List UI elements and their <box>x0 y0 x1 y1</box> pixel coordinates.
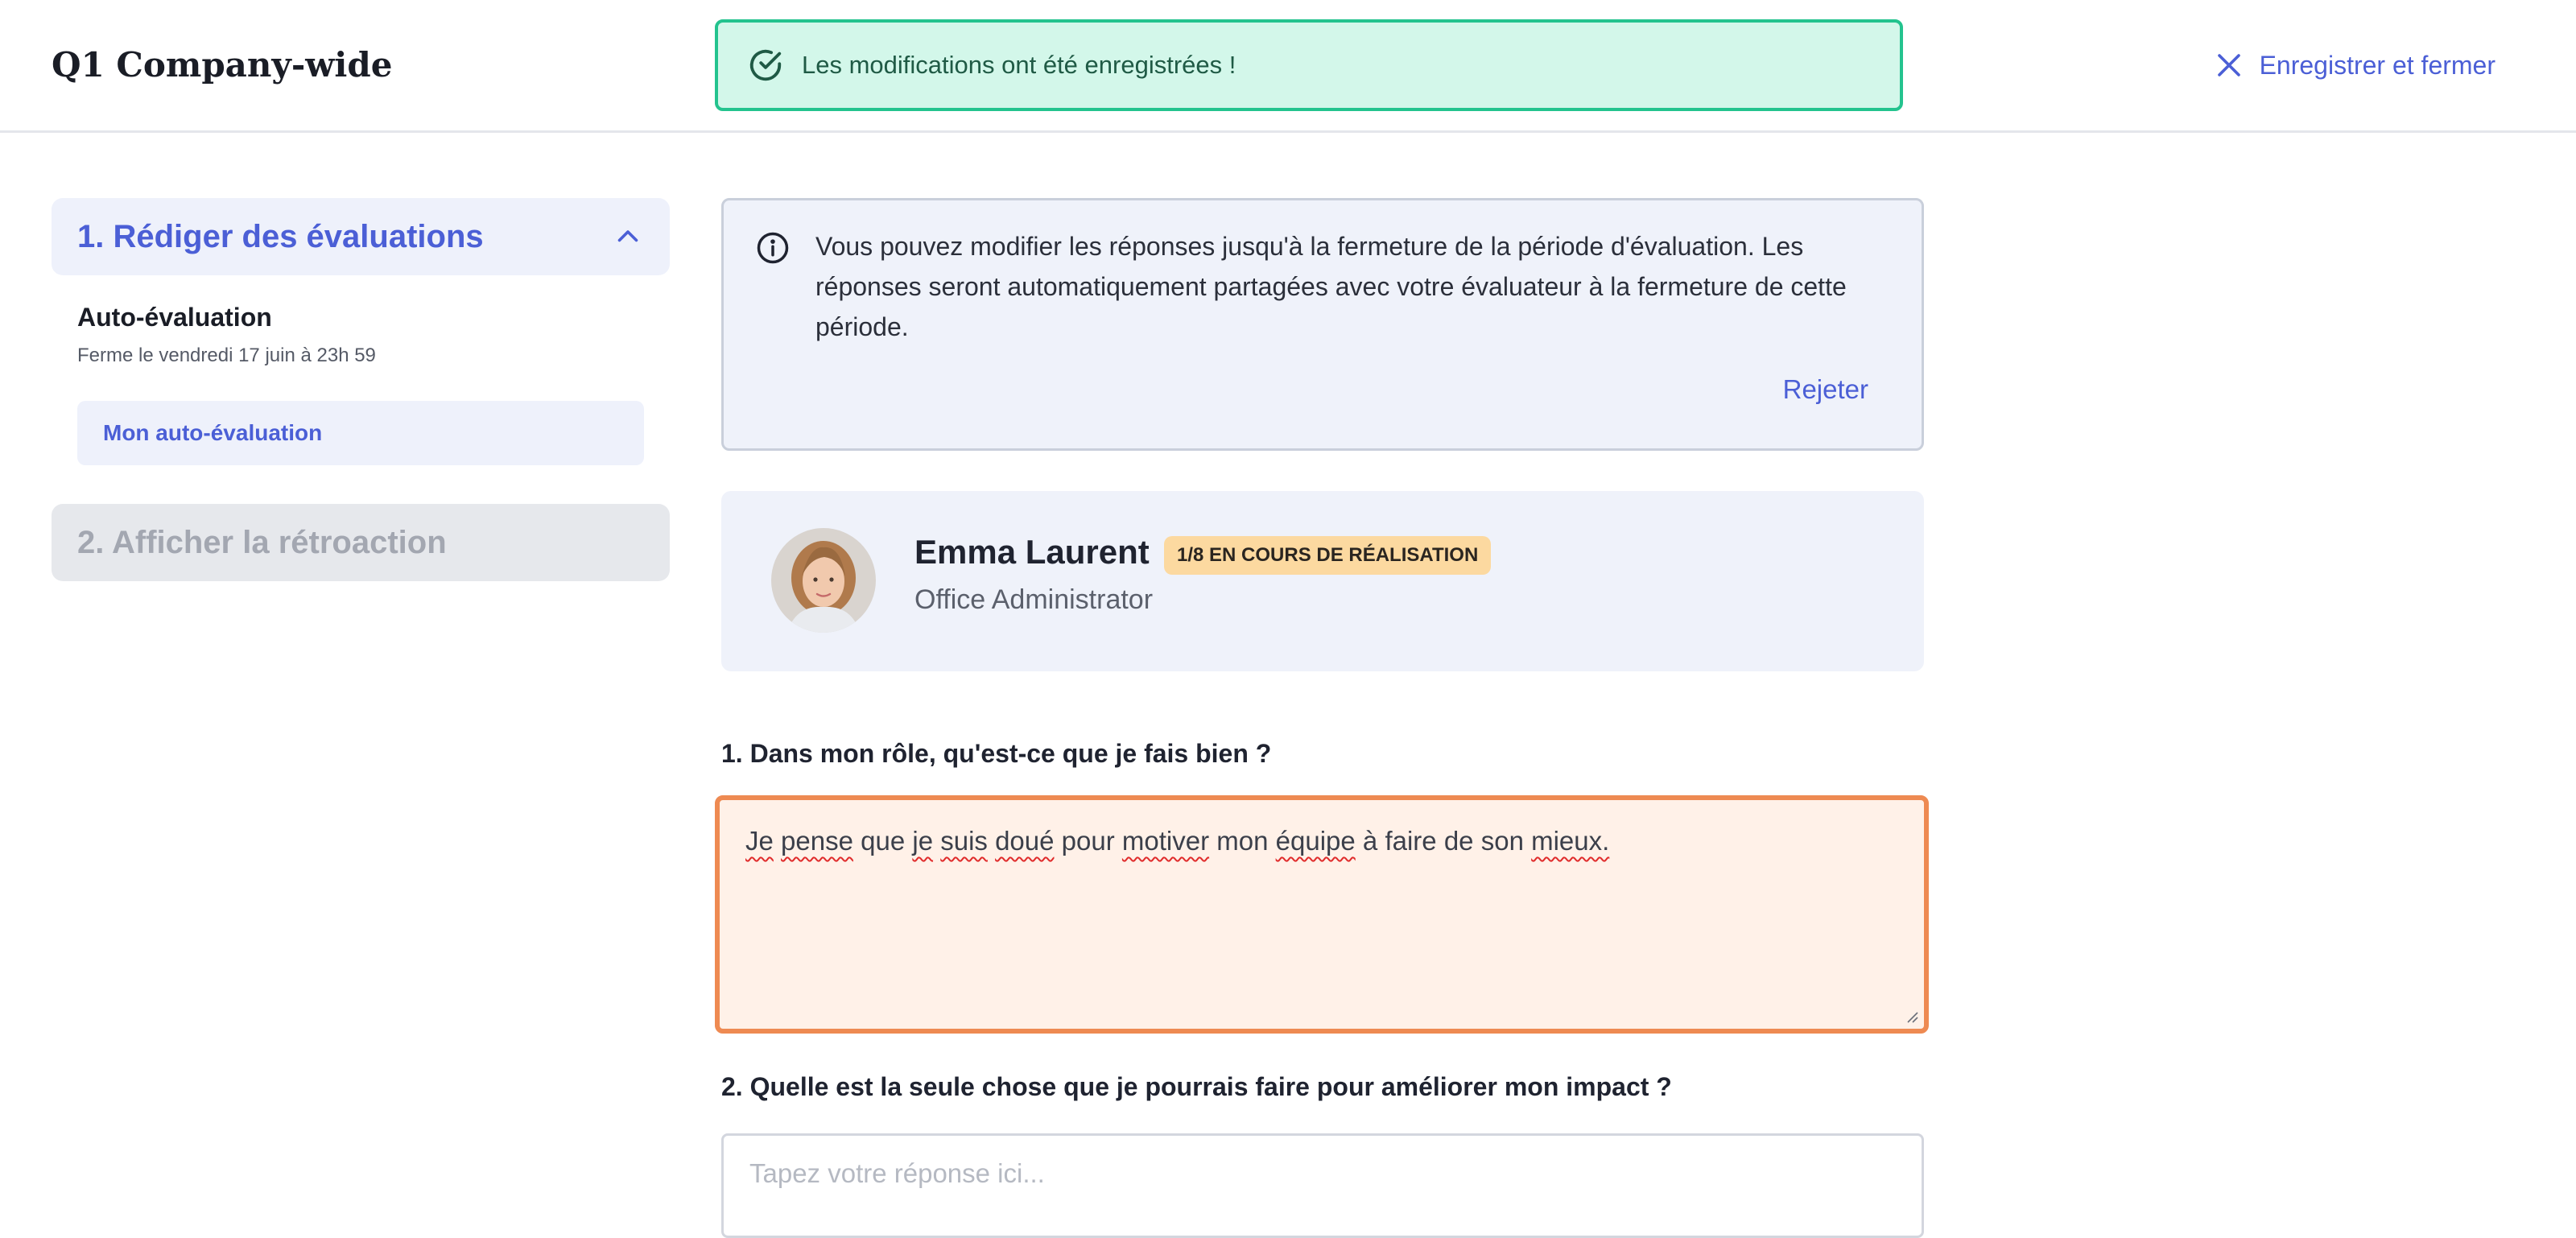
answer-word: doué <box>995 826 1055 856</box>
answer-word: que <box>861 826 906 856</box>
section-deadline: Ferme le vendredi 17 juin à 23h 59 <box>77 345 376 366</box>
step-write-reviews[interactable]: 1. Rédiger des évaluations <box>52 198 670 275</box>
question-1-textarea[interactable]: Je pense que je suis doué pour motiver m… <box>715 795 1929 1034</box>
chevron-up-icon <box>613 222 642 251</box>
reviewee-role: Office Administrator <box>914 584 1154 615</box>
answer-word: suis <box>940 826 988 856</box>
info-icon <box>756 231 790 265</box>
resize-handle-icon[interactable] <box>1903 1008 1919 1024</box>
answer-word: Je <box>745 826 774 856</box>
answer-word: pense <box>781 826 853 856</box>
close-icon <box>2215 51 2244 80</box>
question-2-textarea[interactable]: Tapez votre réponse ici... <box>721 1133 1924 1238</box>
step-label: 2. Afficher la rétroaction <box>77 524 447 560</box>
answer-word: je <box>912 826 934 856</box>
question-1-label: 1. Dans mon rôle, qu'est-ce que je fais … <box>721 739 1272 768</box>
step-label: 1. Rédiger des évaluations <box>77 218 484 254</box>
reviewee-card: Emma Laurent 1/8 EN COURS DE RÉALISATION… <box>721 491 1924 671</box>
answer-word: pour <box>1061 826 1115 856</box>
notice-text: Vous pouvez modifier les réponses jusqu'… <box>815 232 1847 341</box>
answer-word: de <box>1443 826 1474 856</box>
answer-word: mieux. <box>1531 826 1610 856</box>
avatar <box>771 528 876 633</box>
answer-word: motiver <box>1121 826 1210 856</box>
answer-word: mon <box>1216 826 1269 856</box>
status-badge: 1/8 EN COURS DE RÉALISATION <box>1164 536 1492 575</box>
save-and-close-label: Enregistrer et fermer <box>2259 50 2496 80</box>
sidebar-item-self-review[interactable]: Mon auto-évaluation <box>77 401 644 465</box>
save-and-close-button[interactable]: Enregistrer et fermer <box>2215 37 2496 93</box>
page-title: Q1 Company-wide <box>52 45 393 85</box>
question-1-answer-text: Je pense que je suis doué pour motiver m… <box>745 826 1609 856</box>
toast-message: Les modifications ont été enregistrées ! <box>802 51 1236 79</box>
info-notice: Vous pouvez modifier les réponses jusqu'… <box>721 198 1924 451</box>
answer-word: son <box>1480 826 1524 856</box>
success-toast: Les modifications ont été enregistrées ! <box>715 19 1903 111</box>
reviewee-name: Emma Laurent <box>914 533 1150 571</box>
question-2-label: 2. Quelle est la seule chose que je pour… <box>721 1072 1672 1101</box>
answer-word: à <box>1362 826 1378 856</box>
step-view-feedback[interactable]: 2. Afficher la rétroaction <box>52 504 670 581</box>
top-bar: Q1 Company-wide Les modifications ont ét… <box>0 0 2576 133</box>
answer-word: faire <box>1385 826 1437 856</box>
answer-word: équipe <box>1275 826 1356 856</box>
dismiss-button[interactable]: Rejeter <box>1783 374 1868 405</box>
section-title: Auto-évaluation <box>77 303 272 332</box>
check-circle-icon <box>747 47 784 84</box>
